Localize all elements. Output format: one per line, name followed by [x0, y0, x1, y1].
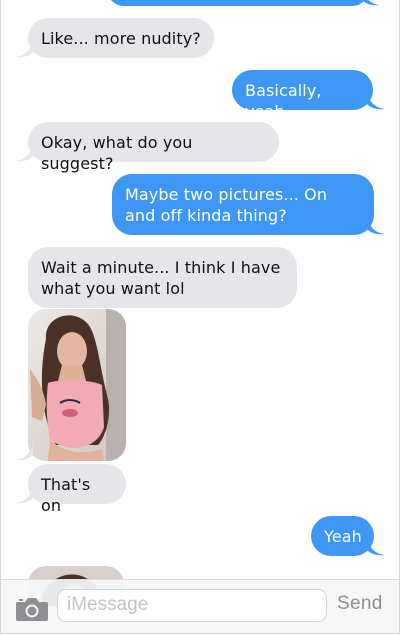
camera-icon[interactable] [15, 596, 49, 622]
message-text: Like... more nudity? [41, 29, 201, 48]
message-bubble-outgoing: Basically, yeah [232, 70, 373, 121]
message-bubble-outgoing-partial [107, 0, 369, 6]
bubble-tail [367, 538, 385, 556]
message-bubble-incoming: That's on [28, 464, 126, 515]
bubble-tail [367, 217, 385, 235]
message-text: Basically, yeah [245, 81, 322, 121]
message-bubble-outgoing: Yeah [311, 516, 374, 556]
send-button[interactable]: Send [337, 593, 383, 615]
bubble-tail [362, 0, 380, 6]
bubble-tail [15, 443, 33, 461]
message-bubble-incoming: Like... more nudity? [28, 18, 214, 58]
message-thread: Like... more nudity? Basically, yeah Oka… [0, 0, 400, 634]
photo-attachment[interactable] [28, 309, 126, 461]
message-bubble-incoming: Wait a minute... I think I have what you… [28, 247, 297, 308]
message-text: Maybe two pictures... On and off kinda t… [125, 185, 328, 225]
message-input[interactable]: iMessage [57, 589, 327, 622]
message-text: Wait a minute... I think I have what you… [41, 258, 281, 298]
message-text: Okay, what do you suggest? [41, 133, 193, 173]
message-text: Yeah [324, 527, 362, 546]
message-bubble-incoming: Okay, what do you suggest? [28, 122, 279, 173]
message-bubble-outgoing: Maybe two pictures... On and off kinda t… [112, 174, 374, 235]
photo-image [28, 309, 126, 461]
bubble-tail [367, 92, 385, 110]
bubble-tail [15, 40, 33, 58]
bubble-tail [15, 486, 33, 504]
compose-bar: iMessage Send [1, 579, 399, 633]
message-text: That's on [41, 475, 91, 515]
bubble-tail [15, 144, 33, 162]
message-input-placeholder: iMessage [67, 594, 149, 615]
